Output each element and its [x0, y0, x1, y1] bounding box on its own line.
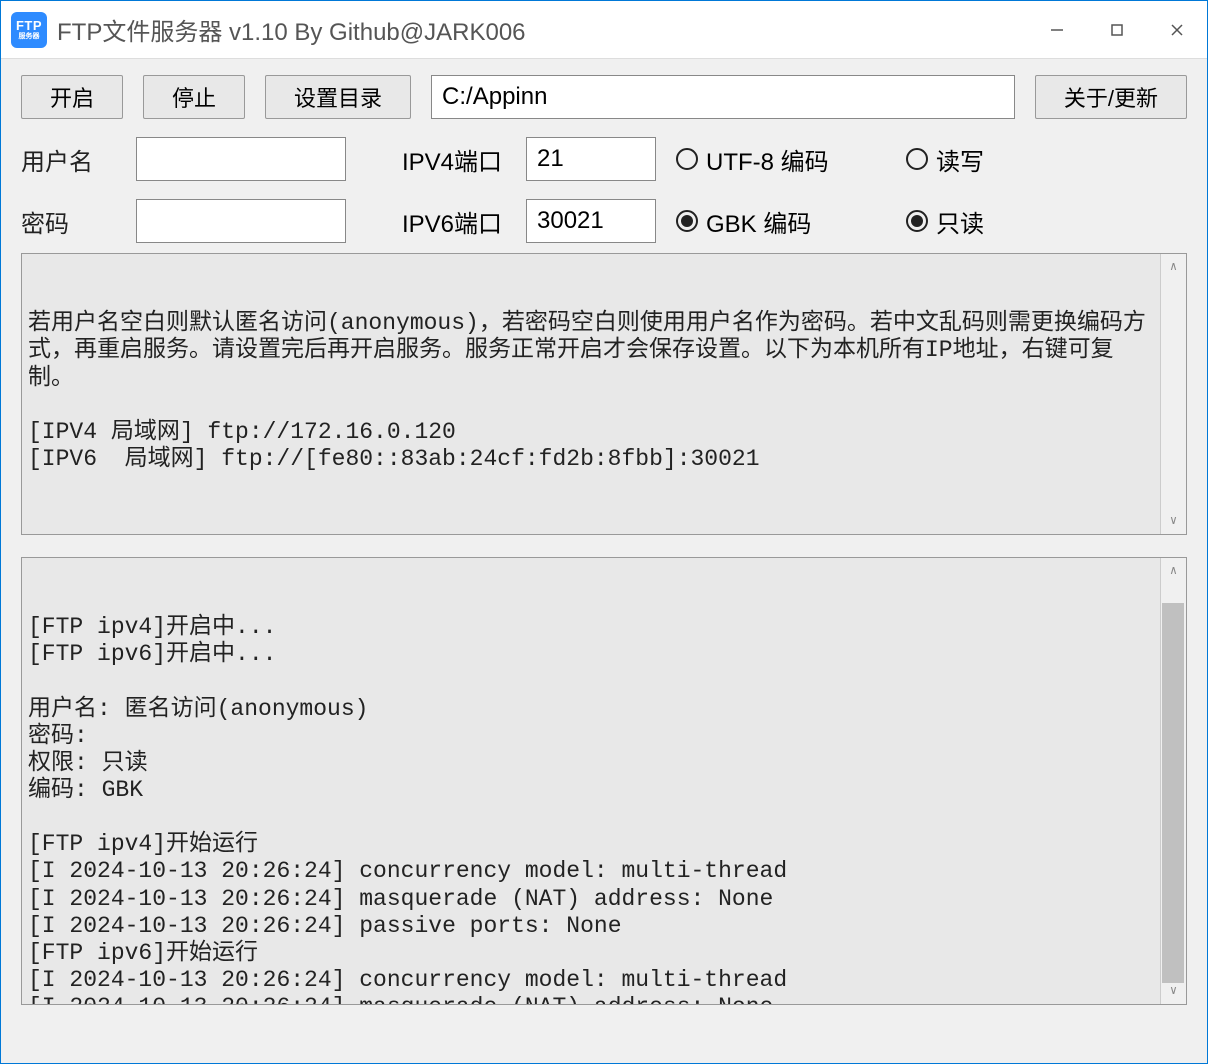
- toolbar: 开启 停止 设置目录 关于/更新: [21, 75, 1187, 119]
- ipv6-port-label: IPV6端口: [366, 204, 506, 239]
- radio-icon-checked: [906, 210, 928, 232]
- about-update-button[interactable]: 关于/更新: [1035, 75, 1187, 119]
- start-button[interactable]: 开启: [21, 75, 123, 119]
- runtime-log-text: [FTP ipv4]开启中... [FTP ipv6]开启中... 用户名: 匿…: [28, 614, 1180, 1005]
- directory-path-input[interactable]: [431, 75, 1015, 119]
- encoding-utf8-label: UTF-8 编码: [706, 142, 829, 177]
- maximize-button[interactable]: [1087, 1, 1147, 58]
- radio-icon: [906, 148, 928, 170]
- stop-button[interactable]: 停止: [143, 75, 245, 119]
- encoding-utf8-radio[interactable]: UTF-8 编码: [676, 142, 886, 177]
- scroll-up-icon[interactable]: ∧: [1170, 564, 1177, 578]
- scroll-thumb[interactable]: [1162, 603, 1184, 983]
- minimize-button[interactable]: [1027, 1, 1087, 58]
- radio-icon-checked: [676, 210, 698, 232]
- mode-readwrite-radio[interactable]: 读写: [906, 142, 1066, 177]
- info-log-text: 若用户名空白则默认匿名访问(anonymous)，若密码空白则使用用户名作为密码…: [28, 310, 1180, 473]
- set-directory-button[interactable]: 设置目录: [265, 75, 411, 119]
- info-log-area[interactable]: 若用户名空白则默认匿名访问(anonymous)，若密码空白则使用用户名作为密码…: [21, 253, 1187, 535]
- ipv4-port-label: IPV4端口: [366, 142, 506, 177]
- app-icon: FTP 服务器: [11, 12, 47, 48]
- encoding-gbk-label: GBK 编码: [706, 204, 811, 239]
- radio-icon: [676, 148, 698, 170]
- password-input[interactable]: [136, 199, 346, 243]
- titlebar: FTP 服务器 FTP文件服务器 v1.10 By Github@JARK006: [1, 1, 1207, 59]
- mode-readonly-radio[interactable]: 只读: [906, 204, 1066, 239]
- mode-readonly-label: 只读: [936, 204, 984, 239]
- window-title: FTP文件服务器 v1.10 By Github@JARK006: [57, 12, 1027, 47]
- scrollbar[interactable]: ∧ ∨: [1160, 254, 1186, 534]
- ipv6-port-input[interactable]: [526, 199, 656, 243]
- scroll-down-icon[interactable]: ∨: [1170, 984, 1177, 998]
- username-label: 用户名: [21, 142, 116, 177]
- settings-form: 用户名 IPV4端口 UTF-8 编码 读写 密码 IPV6端口 GBK 编码 …: [21, 137, 1187, 243]
- scroll-up-icon[interactable]: ∧: [1170, 260, 1177, 274]
- encoding-gbk-radio[interactable]: GBK 编码: [676, 204, 886, 239]
- scroll-down-icon[interactable]: ∨: [1170, 514, 1177, 528]
- close-button[interactable]: [1147, 1, 1207, 58]
- runtime-log-area[interactable]: [FTP ipv4]开启中... [FTP ipv6]开启中... 用户名: 匿…: [21, 557, 1187, 1005]
- scrollbar[interactable]: ∧ ∨: [1160, 558, 1186, 1004]
- username-input[interactable]: [136, 137, 346, 181]
- mode-readwrite-label: 读写: [936, 142, 984, 177]
- ipv4-port-input[interactable]: [526, 137, 656, 181]
- password-label: 密码: [21, 204, 116, 239]
